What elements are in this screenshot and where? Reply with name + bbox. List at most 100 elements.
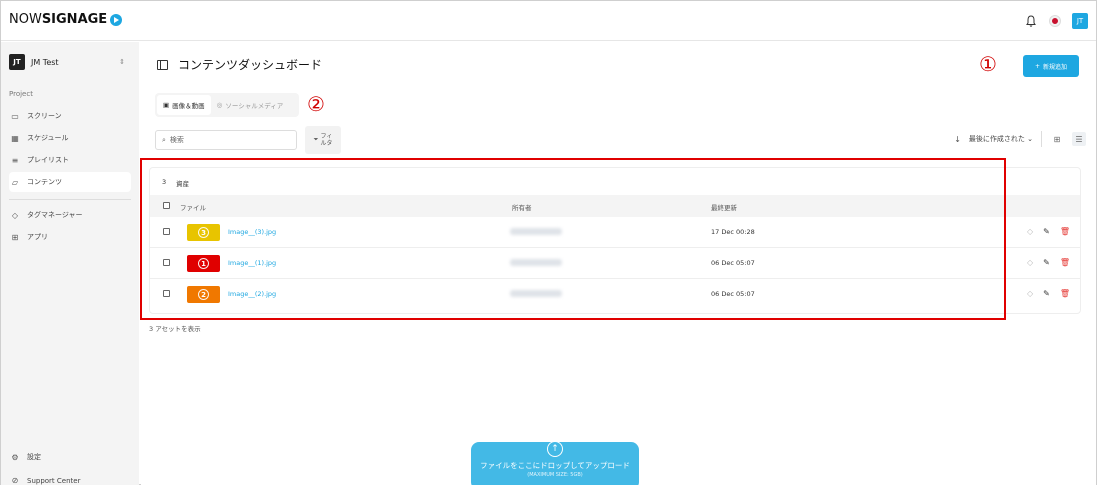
sidebar: JT JM Test ⇕ Project ▭ スクリーン ▦ スケジュール ≡ … <box>1 42 139 485</box>
edit-icon[interactable]: ✎ <box>1043 227 1050 236</box>
row-checkbox[interactable] <box>163 290 170 297</box>
asset-count-header: 3 資産 <box>162 178 189 188</box>
tab-social-media[interactable]: ◎ ソーシャルメディア <box>211 95 290 115</box>
search-input[interactable]: ⌕ 検索 <box>155 130 297 150</box>
list-view-icon[interactable]: ☰ <box>1072 132 1086 146</box>
sidebar-item-schedule[interactable]: ▦ スケジュール <box>9 128 131 148</box>
project-section-label: Project <box>9 90 33 98</box>
settings-label: 設定 <box>27 453 41 461</box>
owner-blurred <box>510 228 562 235</box>
sidebar-toggle-icon[interactable] <box>157 59 168 70</box>
sidebar-item-screens[interactable]: ▭ スクリーン <box>9 106 131 126</box>
social-icon: ◎ <box>216 101 223 109</box>
workspace-badge: JT <box>9 54 25 70</box>
edit-icon[interactable]: ✎ <box>1043 289 1050 298</box>
page-title: コンテンツダッシュボード <box>178 58 323 72</box>
thumb-number: 1 <box>198 258 209 269</box>
file-name-link[interactable]: Image__(3).jpg <box>228 228 276 236</box>
sort-dropdown[interactable]: 最後に作成された ⌄ <box>969 134 1033 144</box>
sidebar-item-label: タグマネージャー <box>27 211 83 219</box>
thumb-number: 3 <box>198 227 209 238</box>
sidebar-divider <box>9 199 131 200</box>
column-header-file[interactable]: ファイル <box>180 202 206 212</box>
thumb-number: 2 <box>198 289 209 300</box>
upload-max-size: (MAXIMUM SIZE: 5GB) <box>527 472 583 478</box>
app-logo[interactable]: NOW SIGNAGE <box>9 12 123 27</box>
tab-label: ソーシャルメディア <box>225 102 284 110</box>
cloud-upload-icon: ↑ <box>547 441 563 457</box>
trash-icon[interactable]: 🗑 <box>1060 289 1070 298</box>
search-placeholder: 検索 <box>169 136 184 144</box>
updated-time: 06 Dec 05:07 <box>711 290 755 298</box>
filter-button[interactable]: ⏷ フィ ルタ <box>305 126 341 154</box>
row-actions: ◇ ✎ 🗑 <box>1027 289 1070 298</box>
sidebar-item-apps[interactable]: ⊞ アプリ <box>9 227 131 247</box>
thumbnail[interactable]: 2 <box>187 286 220 303</box>
sidebar-item-label: プレイリスト <box>27 156 69 164</box>
user-avatar[interactable]: JT <box>1072 13 1088 29</box>
asset-count-label: 資産 <box>176 180 190 188</box>
sidebar-item-playlist[interactable]: ≡ プレイリスト <box>9 150 131 170</box>
tag-icon[interactable]: ◇ <box>1027 227 1033 236</box>
sidebar-item-label: スケジュール <box>27 134 69 142</box>
screen-icon: ▭ <box>11 111 19 121</box>
sort-controls: ↓ 最後に作成された ⌄ ⊞ ☰ <box>954 131 1086 147</box>
sidebar-item-label: スクリーン <box>27 112 62 120</box>
upload-dropzone[interactable]: ↑ ファイルをここにドロップしてアップロード (MAXIMUM SIZE: 5G… <box>471 441 639 485</box>
tag-icon[interactable]: ◇ <box>1027 289 1033 298</box>
thumbnail[interactable]: 1 <box>187 255 220 272</box>
tag-icon[interactable]: ◇ <box>1027 258 1033 267</box>
annotation-marker-1: ① <box>979 52 997 76</box>
file-name-link[interactable]: Image__(2).jpg <box>228 290 276 298</box>
tab-images-videos[interactable]: ▣ 画像＆動画 <box>157 95 211 115</box>
select-all-checkbox[interactable] <box>163 202 170 209</box>
updated-time: 06 Dec 05:07 <box>711 259 755 267</box>
filter-icon: ⏷ <box>313 136 319 143</box>
table-row[interactable]: 2 Image__(2).jpg 06 Dec 05:07 ◇ ✎ 🗑 <box>150 279 1080 310</box>
table-header: ファイル 所有者 最終更新 <box>150 195 1080 217</box>
sidebar-item-support[interactable]: ⊘ Support Center <box>9 476 81 485</box>
row-checkbox[interactable] <box>163 228 170 235</box>
assets-table: 3 資産 ファイル 所有者 最終更新 3 Image__(3).jpg 17 D… <box>149 167 1081 314</box>
sidebar-item-settings[interactable]: ⚙ 設定 <box>9 452 41 462</box>
trash-icon[interactable]: 🗑 <box>1060 258 1070 267</box>
apps-icon: ⊞ <box>11 232 19 242</box>
logo-bold: SIGNAGE <box>41 12 108 27</box>
asset-count: 3 <box>162 178 167 186</box>
add-new-button[interactable]: + 新規追加 <box>1023 55 1079 77</box>
content-tabs: ▣ 画像＆動画 ◎ ソーシャルメディア <box>155 93 299 117</box>
trash-icon[interactable]: 🗑 <box>1060 227 1070 236</box>
tag-icon: ◇ <box>11 210 19 220</box>
sidebar-item-tag-manager[interactable]: ◇ タグマネージャー <box>9 205 131 225</box>
edit-icon[interactable]: ✎ <box>1043 258 1050 267</box>
sidebar-item-content[interactable]: ▱ コンテンツ <box>9 172 131 192</box>
row-actions: ◇ ✎ 🗑 <box>1027 227 1070 236</box>
filter-label: フィ ルタ <box>320 133 333 147</box>
bell-icon[interactable] <box>1024 14 1038 28</box>
workspace-name: JM Test <box>31 57 59 67</box>
japan-flag-icon[interactable] <box>1050 16 1060 26</box>
play-icon <box>110 13 123 26</box>
calendar-icon: ▦ <box>11 133 19 143</box>
main-panel: コンテンツダッシュボード ① + 新規追加 ▣ 画像＆動画 ◎ ソーシャルメディ… <box>141 42 1096 485</box>
table-row[interactable]: 1 Image__(1).jpg 06 Dec 05:07 ◇ ✎ 🗑 <box>150 248 1080 279</box>
plus-icon: + <box>1034 62 1040 70</box>
page-header: コンテンツダッシュボード <box>157 56 322 73</box>
add-new-label: 新規追加 <box>1043 63 1068 71</box>
table-row[interactable]: 3 Image__(3).jpg 17 Dec 00:28 ◇ ✎ 🗑 <box>150 217 1080 248</box>
logo-prefix: NOW <box>9 12 42 27</box>
toolbar-divider <box>1041 131 1042 147</box>
grid-view-icon[interactable]: ⊞ <box>1050 132 1064 146</box>
updated-time: 17 Dec 00:28 <box>711 228 755 236</box>
workspace-switcher[interactable]: JT JM Test ⇕ <box>9 50 131 74</box>
row-actions: ◇ ✎ 🗑 <box>1027 258 1070 267</box>
chevron-updown-icon: ⇕ <box>119 58 125 66</box>
column-header-updated[interactable]: 最終更新 <box>711 202 737 212</box>
top-bar: NOW SIGNAGE JT <box>1 1 1096 41</box>
row-checkbox[interactable] <box>163 259 170 266</box>
thumbnail[interactable]: 3 <box>187 224 220 241</box>
top-right-controls: JT <box>1024 13 1088 29</box>
sort-direction-icon[interactable]: ↓ <box>954 135 961 144</box>
file-name-link[interactable]: Image__(1).jpg <box>228 259 276 267</box>
column-header-owner[interactable]: 所有者 <box>512 202 532 212</box>
